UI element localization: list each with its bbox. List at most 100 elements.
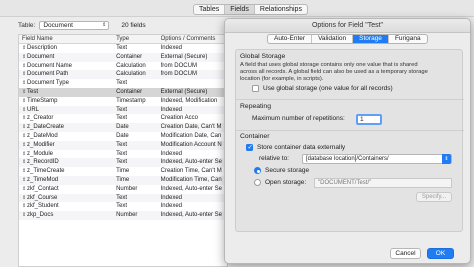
field-options: Indexed, Auto-enter Se <box>160 185 223 192</box>
field-type: Date <box>116 132 129 139</box>
field-row[interactable]: ⇕Document Type Text <box>19 79 227 88</box>
field-row[interactable]: ⇕z_Modifier Text Modification Account N <box>19 140 227 150</box>
store-externally-label: Store container data externally <box>257 144 346 151</box>
table-label: Table: <box>18 21 36 29</box>
specify-button[interactable]: Specify... <box>416 192 452 202</box>
field-name-text: z_RecordID <box>27 159 59 166</box>
field-row[interactable]: ⇕zkf_Student Text Indexed <box>19 202 227 211</box>
tab-furigana[interactable]: Furigana <box>389 35 427 43</box>
open-storage-radio[interactable] <box>254 179 261 186</box>
field-name-text: URL <box>27 106 40 113</box>
field-name: ⇕zkf_Student <box>19 202 116 211</box>
field-name: ⇕z_DateMod <box>19 132 116 141</box>
tab-validation[interactable]: Validation <box>312 35 354 43</box>
cancel-button[interactable]: Cancel <box>390 248 421 259</box>
relative-to-select[interactable]: [database location]/Containers/ ⇕ <box>302 154 452 164</box>
secure-storage-option[interactable]: Secure storage <box>254 167 309 174</box>
store-externally-option[interactable]: Store container data externally <box>246 143 346 151</box>
field-row[interactable]: ⇕TimeStamp Timestamp Indexed, Modification <box>19 97 227 106</box>
table-select-value: Document <box>43 21 73 29</box>
field-row[interactable]: ⇕zkp_Docs Number Indexed, Auto-enter Se <box>19 211 227 220</box>
field-type: Text <box>116 106 128 113</box>
field-name: ⇕z_Creator <box>19 114 116 123</box>
field-name: ⇕URL <box>19 106 116 115</box>
field-row[interactable]: ⇕Document Name Calculation from DOCUM <box>19 62 227 71</box>
field-name-text: Document Type <box>27 80 69 87</box>
field-row[interactable]: ⇕z_DateMod Date Modification Date, Can <box>19 132 227 141</box>
field-name: ⇕Test <box>19 88 116 97</box>
field-name-text: z_Creator <box>27 115 54 122</box>
field-options: Indexed <box>160 203 182 210</box>
field-options: Indexed <box>160 106 182 113</box>
field-options: Indexed, Modification <box>160 97 218 104</box>
field-type: Container <box>116 53 143 60</box>
field-name-text: Document Path <box>27 71 69 78</box>
relative-to-value: [database location]/Containers/ <box>306 156 389 162</box>
field-name: ⇕z_Module <box>19 150 116 159</box>
field-row[interactable]: ⇕zkf_Contact Number Indexed, Auto-enter Se <box>19 185 227 194</box>
column-header-options[interactable]: Options / Comments <box>161 35 227 43</box>
field-name-text: Description <box>27 45 58 51</box>
field-options: Indexed <box>160 150 182 157</box>
field-name: ⇕Document Type <box>19 79 116 88</box>
column-header-type[interactable]: Type <box>116 35 161 43</box>
field-name-text: z_TimeMod <box>27 176 59 183</box>
tab-relationships[interactable]: Relationships <box>255 5 307 14</box>
field-name: ⇕Document <box>19 53 116 62</box>
field-list-header: Field Name Type Options / Comments <box>19 35 227 44</box>
field-name-text: z_DateCreate <box>27 124 65 131</box>
tab-storage[interactable]: Storage <box>353 35 389 43</box>
field-type: Calculation <box>116 71 146 78</box>
field-name: ⇕zkf_Course <box>19 194 116 203</box>
field-row[interactable]: ⇕z_TimeCreate Time Creation Time, Can't M <box>19 167 227 176</box>
field-row[interactable]: ⇕Document Container External (Secure) <box>19 52 227 62</box>
storage-panel: Global Storage A field that uses global … <box>235 49 464 232</box>
field-row[interactable]: ⇕Test Container External (Secure) <box>19 87 227 97</box>
field-type: Text <box>116 150 128 157</box>
tab-tables[interactable]: Tables <box>194 5 226 14</box>
field-name-text: zkf_Student <box>27 203 59 210</box>
store-externally-checkbox[interactable] <box>246 143 253 151</box>
global-storage-checkbox[interactable] <box>252 85 259 92</box>
field-type: Number <box>116 185 138 192</box>
field-row[interactable]: ⇕zkf_Course Text Indexed <box>19 193 227 203</box>
repetitions-label: Maximum number of repetitions: <box>252 115 345 122</box>
global-storage-option[interactable]: Use global storage (one value for all re… <box>252 85 393 92</box>
field-options: Modification Account N <box>160 141 222 148</box>
ok-button[interactable]: OK <box>427 248 454 259</box>
field-options: Creation Acco <box>160 115 198 122</box>
field-row[interactable]: ⇕URL Text Indexed <box>19 105 227 115</box>
open-storage-option[interactable]: Open storage: <box>254 179 306 186</box>
field-row[interactable]: ⇕Description Text Indexed <box>19 44 227 53</box>
container-heading: Container <box>240 133 270 140</box>
field-row[interactable]: ⇕z_RecordID Text Indexed, Auto-enter Se <box>19 158 227 168</box>
open-storage-label: Open storage: <box>265 179 307 186</box>
field-options: Creation Date, Can't M <box>160 124 222 131</box>
field-type: Text <box>116 159 128 166</box>
column-header-name[interactable]: Field Name <box>19 35 116 43</box>
field-row[interactable]: ⇕z_TimeMod Time Modification Time, Can <box>19 175 227 185</box>
relative-to-label: relative to: <box>259 155 289 162</box>
chevron-updown-icon: ⇕ <box>442 154 451 164</box>
field-row[interactable]: ⇕z_Creator Text Creation Acco <box>19 114 227 123</box>
tab-auto-enter[interactable]: Auto-Enter <box>268 35 313 43</box>
field-row[interactable]: ⇕z_Module Text Indexed <box>19 150 227 159</box>
field-name: ⇕Document Path <box>19 70 116 79</box>
field-type: Text <box>116 203 128 210</box>
field-row[interactable]: ⇕Document Path Calculation from DOCUM <box>19 70 227 80</box>
field-name-text: z_DateMod <box>27 132 58 139</box>
field-options-dialog: Options for Field "Test" Auto-Enter Vali… <box>224 18 471 264</box>
secure-storage-radio[interactable] <box>254 167 261 174</box>
field-name: ⇕z_Modifier <box>19 141 116 150</box>
field-list: Field Name Type Options / Comments ⇕Desc… <box>18 34 228 267</box>
field-name: ⇕Description <box>19 44 116 53</box>
top-tabs: Tables Fields Relationships <box>193 4 308 15</box>
top-tab-bar: Tables Fields Relationships <box>0 0 474 17</box>
repetitions-input[interactable]: 1 <box>356 114 382 125</box>
field-options: from DOCUM <box>160 62 197 69</box>
field-row[interactable]: ⇕z_DateCreate Date Creation Date, Can't M <box>19 123 227 132</box>
table-select[interactable]: Document ⇕ <box>39 20 110 30</box>
field-options: Indexed, Auto-enter Se <box>160 159 223 166</box>
tab-fields[interactable]: Fields <box>225 5 255 14</box>
secure-storage-label: Secure storage <box>265 167 310 174</box>
